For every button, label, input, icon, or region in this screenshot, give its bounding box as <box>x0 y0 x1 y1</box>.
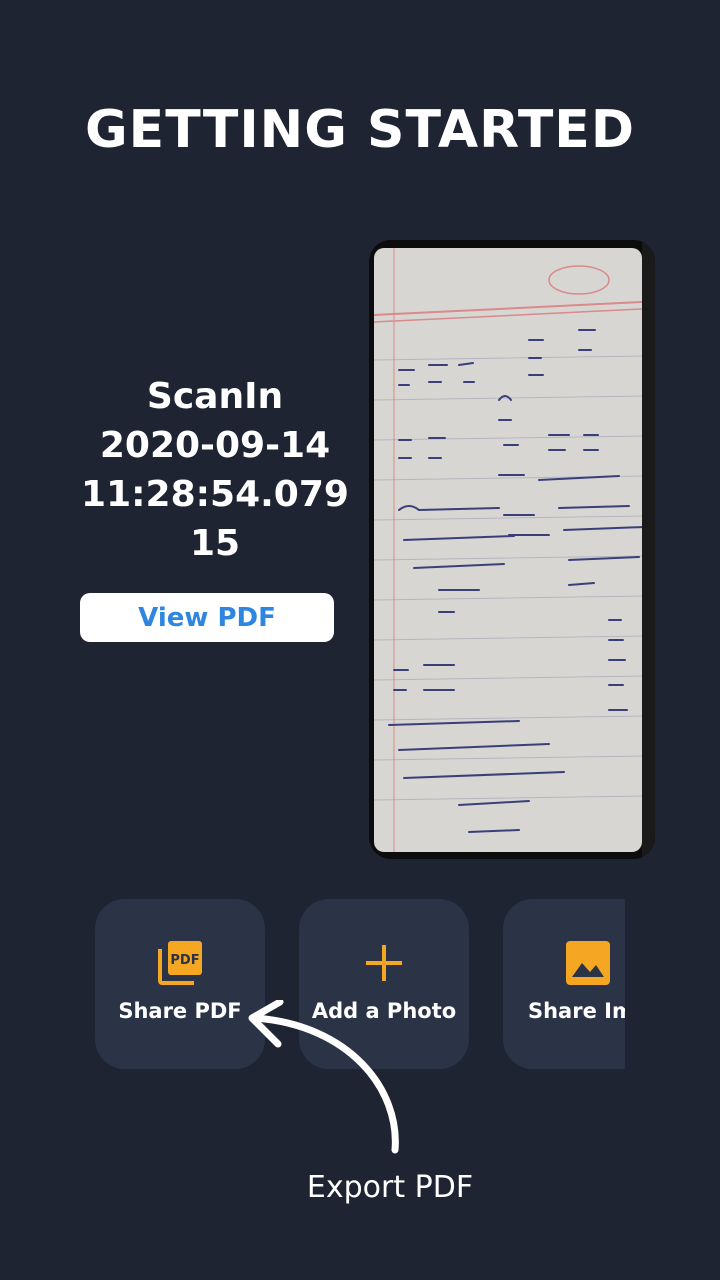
plus-icon <box>360 939 408 987</box>
page-title: GETTING STARTED <box>85 100 635 160</box>
svg-text:PDF: PDF <box>170 953 199 968</box>
export-pdf-hint: Export PDF <box>306 1170 474 1205</box>
view-pdf-button[interactable]: View PDF <box>80 593 334 642</box>
document-time: 11:28:54.07915 <box>81 474 349 564</box>
pdf-icon: PDF <box>156 939 204 987</box>
share-pdf-label: Share PDF <box>118 999 242 1023</box>
pointer-arrow-icon <box>248 1000 399 1154</box>
image-icon <box>564 939 612 987</box>
notebook-page-image <box>369 240 655 859</box>
scanned-page-preview[interactable] <box>369 240 655 859</box>
document-app-name: ScanIn <box>146 376 284 417</box>
document-info: ScanIn 2020-09-14 11:28:54.07915 <box>70 372 360 568</box>
document-date: 2020-09-14 <box>99 425 331 466</box>
share-image-card[interactable]: Share Ima <box>503 899 625 1069</box>
share-image-label: Share Ima <box>527 999 625 1023</box>
